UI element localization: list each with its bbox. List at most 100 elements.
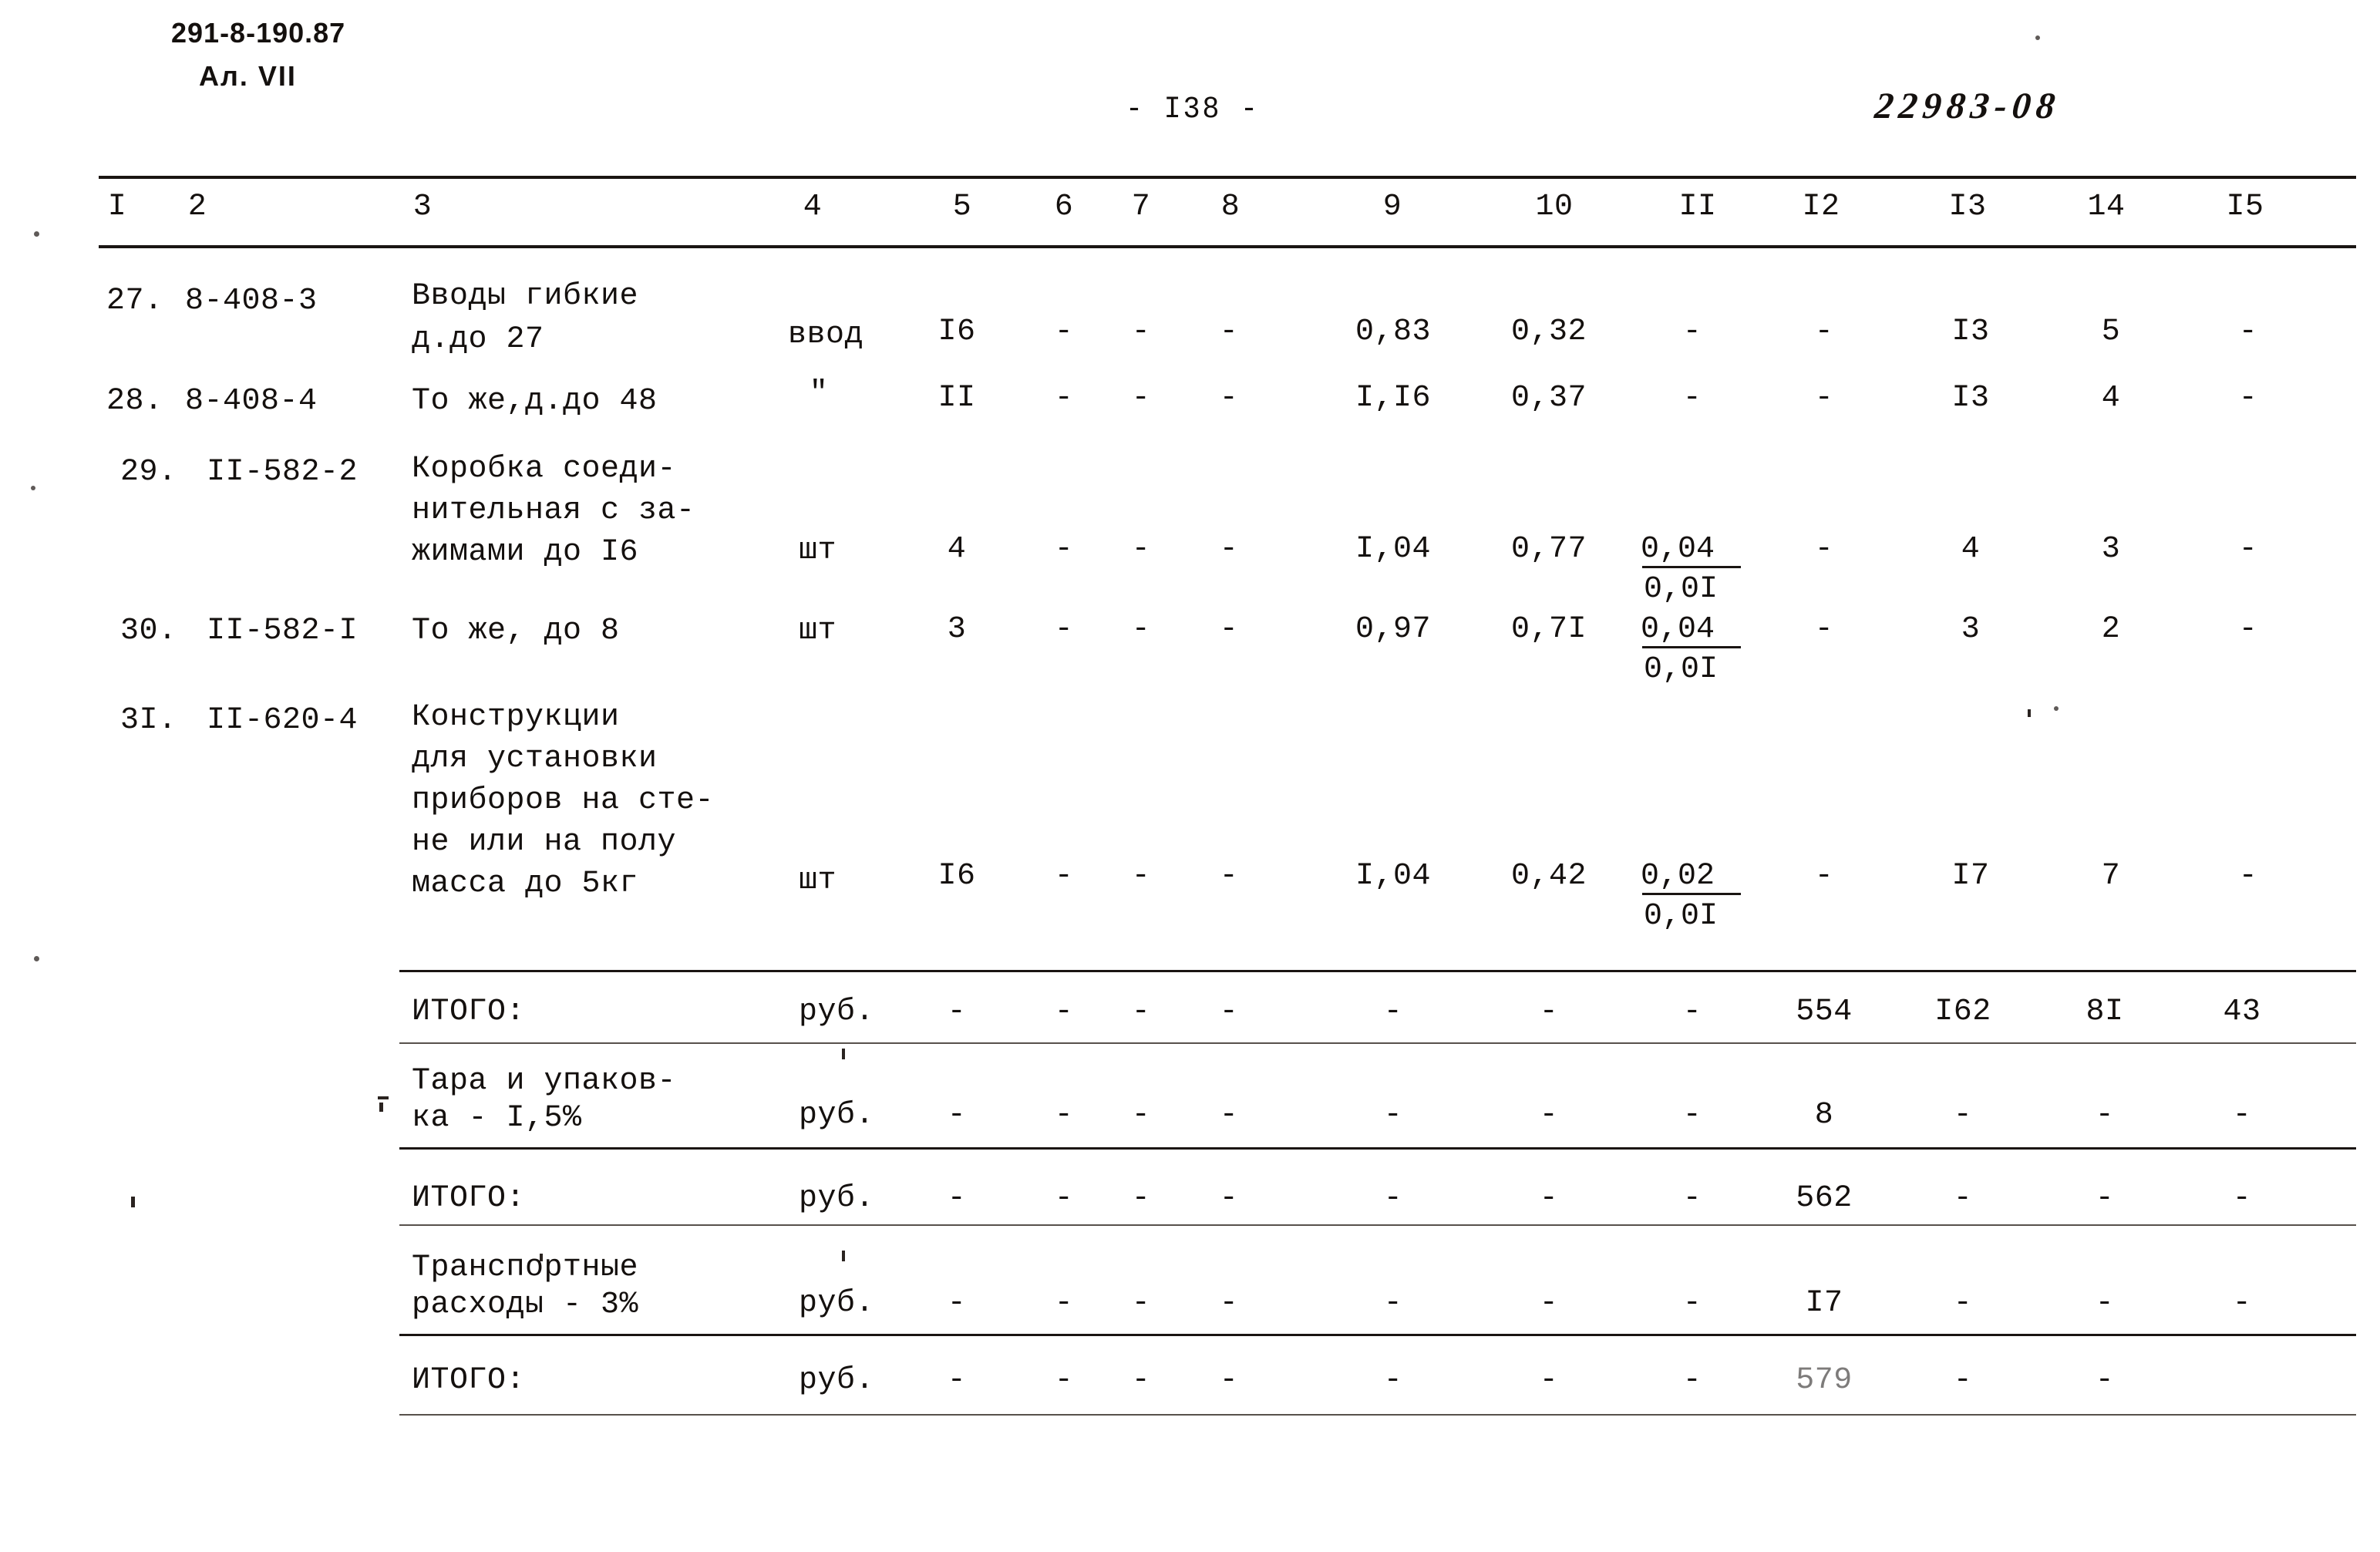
value-c10: 0,42 (1510, 859, 1587, 894)
summary-c8: - (1219, 1181, 1239, 1216)
value-c11-numerator: 0,02 (1641, 859, 1715, 894)
scanned-page: 291-8-190.87 Ал. VII - I38 - 22983-08 I … (0, 0, 2380, 1552)
value-c12: - (1814, 532, 1834, 567)
summary-c10: - (1539, 995, 1559, 1029)
summary-c10: - (1539, 1363, 1559, 1398)
summary-c7: - (1131, 1098, 1151, 1133)
summary-c15: - (2232, 1098, 2252, 1133)
value-c7: - (1131, 859, 1151, 894)
summary-c13: - (1953, 1286, 1973, 1321)
rule-under-headers (99, 245, 2356, 248)
value-c15: - (2238, 859, 2258, 894)
archive-stamp: 22983-08 (1873, 86, 2062, 126)
scan-speck (31, 486, 35, 490)
value-c12: - (1814, 315, 1834, 349)
summary-c12: 554 (1796, 995, 1853, 1029)
rule-under-total-2 (399, 1224, 2356, 1226)
column-header-10: 10 (1535, 190, 1574, 224)
summary-label: Тара и упаков- (412, 1064, 677, 1099)
row-number: 28. (106, 384, 163, 419)
value-c11-numerator: 0,04 (1641, 612, 1715, 647)
rule-under-packaging (399, 1147, 2356, 1150)
summary-c8: - (1219, 1098, 1239, 1133)
value-c8: - (1219, 315, 1239, 349)
item-name-line: Вводы гибкие (412, 279, 639, 314)
summary-c9: - (1383, 1363, 1403, 1398)
item-code: II-582-2 (207, 455, 359, 490)
row-number: 29. (120, 455, 177, 490)
item-code: II-620-4 (207, 703, 359, 738)
summary-label: Транспортные (412, 1251, 639, 1285)
value-c15: - (2238, 532, 2258, 567)
value-c8: - (1219, 859, 1239, 894)
rule-under-final-total (399, 1414, 2356, 1416)
value-c14: 4 (2101, 381, 2121, 416)
value-c6: - (1054, 315, 1074, 349)
summary-c13: I62 (1934, 995, 1991, 1029)
item-name-line: жимами до I6 (412, 535, 639, 570)
summary-unit: руб. (799, 995, 875, 1029)
summary-c12: 579 (1796, 1363, 1853, 1398)
summary-c14: - (2095, 1098, 2115, 1133)
scan-speck (34, 956, 39, 961)
summary-c15: 43 (2223, 995, 2261, 1029)
summary-c7: - (1131, 1363, 1151, 1398)
value-c10: 0,32 (1510, 315, 1587, 349)
value-c7: - (1131, 315, 1151, 349)
summary-c10: - (1539, 1181, 1559, 1216)
value-c6: - (1054, 381, 1074, 416)
value-c10: 0,7I (1510, 612, 1587, 647)
summary-c7: - (1131, 1286, 1151, 1321)
column-header-4: 4 (803, 190, 823, 224)
item-name-line: Конструкции (412, 700, 620, 735)
value-c12: - (1814, 859, 1834, 894)
summary-c5: - (947, 1181, 967, 1216)
summary-c6: - (1054, 1181, 1074, 1216)
summary-c9: - (1383, 1098, 1403, 1133)
value-c6: - (1054, 532, 1074, 567)
album-label: Ал. VII (199, 60, 297, 92)
unit-cell: шт (799, 864, 837, 898)
column-header-2: 2 (187, 190, 207, 224)
value-c15: - (2238, 612, 2258, 647)
summary-c14: - (2095, 1181, 2115, 1216)
item-name-line: приборов на сте- (412, 783, 715, 818)
unit-cell: шт (799, 534, 837, 568)
fraction-bar (1642, 566, 1741, 568)
summary-c11: - (1682, 1286, 1702, 1321)
summary-c11: - (1682, 995, 1702, 1029)
value-c12: - (1814, 612, 1834, 647)
scan-speck (842, 1049, 845, 1059)
qty-cell: 3 (947, 612, 967, 647)
fraction-bar (1642, 646, 1741, 648)
scan-speck (131, 1197, 135, 1207)
item-code: 8-408-4 (185, 384, 318, 419)
value-c13: 3 (1961, 612, 1981, 647)
item-name-line: для установки (412, 742, 658, 776)
qty-cell: I6 (938, 859, 976, 894)
summary-unit: руб. (799, 1098, 875, 1133)
value-c13: 4 (1961, 532, 1981, 567)
item-name-line: масса до 5кг (412, 867, 639, 901)
item-name-line: То же,д.до 48 (412, 384, 658, 419)
qty-cell: II (938, 381, 976, 416)
qty-cell: I6 (938, 315, 976, 349)
value-c11-fraction: 0,02 0,0I (1641, 859, 1749, 944)
scan-speck (842, 1251, 845, 1261)
summary-c9: - (1383, 1181, 1403, 1216)
column-header-12: I2 (1802, 190, 1840, 224)
summary-c8: - (1219, 1286, 1239, 1321)
item-name-line: Коробка соеди- (412, 452, 677, 486)
column-header-15: I5 (2226, 190, 2264, 224)
summary-c5: - (947, 1286, 967, 1321)
value-c11-denominator: 0,0I (1644, 572, 1719, 607)
page-number: - I38 - (1126, 93, 1260, 127)
scan-speck (379, 1103, 383, 1112)
unit-cell: шт (799, 614, 837, 648)
column-header-6: 6 (1054, 190, 1074, 224)
value-c14: 7 (2101, 859, 2121, 894)
summary-c15: - (2232, 1181, 2252, 1216)
value-c12: - (1814, 381, 1834, 416)
summary-c7: - (1131, 1181, 1151, 1216)
value-c8: - (1219, 532, 1239, 567)
